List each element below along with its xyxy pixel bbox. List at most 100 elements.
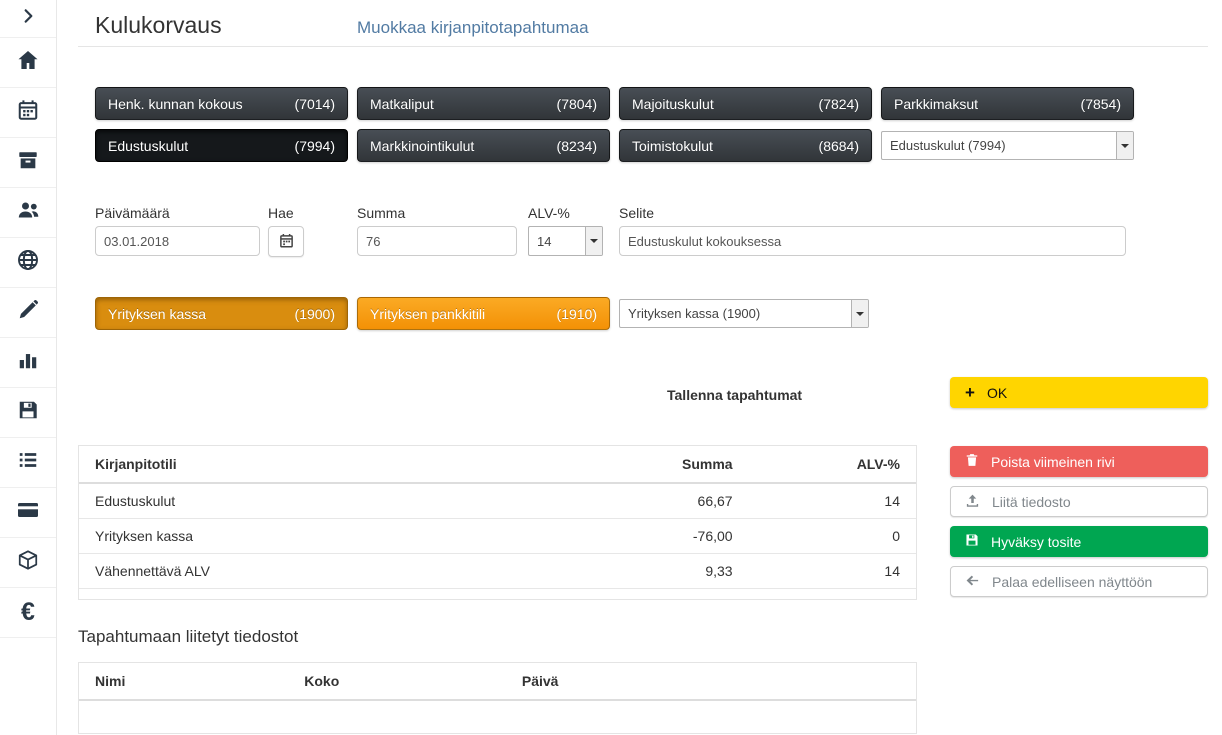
ok-button[interactable]: + OK [950, 377, 1208, 408]
payment-account-select[interactable]: Yrityksen kassa (1900) [619, 299, 869, 328]
vat-select[interactable]: 14 [528, 226, 603, 256]
description-input[interactable] [619, 226, 1126, 256]
column-header: Nimi [79, 663, 288, 700]
button-code: (7854) [1081, 96, 1121, 112]
entries-table-panel: Kirjanpitotili Summa ALV-% Edustuskulut … [78, 445, 917, 600]
sidebar-item-home[interactable] [0, 38, 56, 88]
save-entries-label: Tallenna tapahtumat [667, 387, 917, 403]
globe-icon [16, 248, 40, 277]
trash-icon [965, 453, 979, 470]
button-label: Edustuskulut [108, 138, 188, 154]
sum-cell: 66,67 [581, 483, 748, 519]
dropdown-arrow-icon [1116, 132, 1133, 159]
payment-account-button[interactable]: Yrityksen pankkitili (1910) [357, 297, 610, 330]
button-label: Matkaliput [370, 96, 434, 112]
save-icon [965, 533, 979, 550]
sidebar-item-package[interactable] [0, 538, 56, 588]
list-icon [17, 449, 39, 476]
sum-label: Summa [357, 205, 517, 221]
table-row: Edustuskulut 66,67 14 [79, 483, 916, 519]
entry-form: Päivämäärä Hae Summa ALV-% 14 [95, 205, 1208, 257]
expense-account-button-selected[interactable]: Edustuskulut (7994) [95, 129, 348, 162]
calendar-icon [279, 233, 294, 251]
column-header: ALV-% [749, 446, 916, 483]
sidebar-item-toggle[interactable] [0, 0, 56, 38]
attachments-table: Nimi Koko Päivä [79, 663, 916, 701]
account-cell: Edustuskulut [79, 483, 581, 519]
sidebar-item-euro[interactable]: € [0, 588, 56, 638]
date-label: Päivämäärä [95, 205, 260, 221]
package-icon [17, 549, 39, 576]
payment-account-button-selected[interactable]: Yrityksen kassa (1900) [95, 297, 348, 330]
floppy-icon [17, 399, 39, 426]
upload-icon [965, 493, 980, 511]
sidebar-item-card[interactable] [0, 488, 56, 538]
approve-receipt-button[interactable]: Hyväksy tosite [950, 526, 1208, 557]
expense-account-button[interactable]: Toimistokulut (8684) [619, 129, 872, 162]
entries-table: Kirjanpitotili Summa ALV-% Edustuskulut … [79, 446, 916, 589]
vat-label: ALV-% [528, 205, 603, 221]
sidebar-item-users[interactable] [0, 188, 56, 238]
attach-file-button[interactable]: Liitä tiedosto [950, 486, 1208, 517]
sidebar-item-list[interactable] [0, 438, 56, 488]
sidebar-item-calendar[interactable] [0, 88, 56, 138]
plus-icon: + [965, 384, 975, 401]
attachments-table-panel: Nimi Koko Päivä [78, 662, 917, 734]
sidebar-item-save[interactable] [0, 388, 56, 438]
sum-input[interactable] [357, 226, 517, 256]
vat-cell: 0 [749, 519, 916, 554]
column-header: Koko [288, 663, 506, 700]
expense-account-buttons: Henk. kunnan kokous (7014) Matkaliput (7… [95, 87, 1208, 162]
dropdown-arrow-icon [851, 300, 868, 327]
pencil-icon [17, 299, 39, 326]
date-input[interactable] [95, 226, 260, 256]
home-icon [16, 48, 40, 77]
date-picker-button[interactable] [268, 226, 304, 257]
calendar-icon [17, 99, 39, 126]
expense-account-button[interactable]: Matkaliput (7804) [357, 87, 610, 120]
button-code: (7804) [557, 96, 597, 112]
button-code: (1910) [557, 306, 597, 322]
sidebar: € [0, 0, 57, 735]
sidebar-item-globe[interactable] [0, 238, 56, 288]
button-label: Henk. kunnan kokous [108, 96, 243, 112]
page-title: Kulukorvaus [95, 12, 357, 38]
button-label: Liitä tiedosto [992, 494, 1071, 510]
vat-cell: 14 [749, 483, 916, 519]
euro-icon: € [21, 600, 35, 625]
table-header-row: Nimi Koko Päivä [79, 663, 916, 700]
chevron-right-icon [21, 8, 36, 29]
button-label: Markkinointikulut [370, 138, 474, 154]
button-label: Palaa edelliseen näyttöön [992, 574, 1152, 590]
users-icon [16, 198, 41, 227]
header-divider [78, 46, 1208, 47]
button-label: Yrityksen kassa [108, 306, 206, 322]
expense-account-select[interactable]: Edustuskulut (7994) [881, 131, 1134, 160]
button-code: (1900) [295, 306, 335, 322]
button-code: (7824) [819, 96, 859, 112]
select-value: 14 [529, 234, 585, 249]
sidebar-item-archive[interactable] [0, 138, 56, 188]
credit-card-icon [16, 498, 40, 527]
table-row: Yrityksen kassa -76,00 0 [79, 519, 916, 554]
sidebar-item-chart[interactable] [0, 338, 56, 388]
sidebar-item-edit[interactable] [0, 288, 56, 338]
expense-account-button[interactable]: Markkinointikulut (8234) [357, 129, 610, 162]
sum-cell: -76,00 [581, 519, 748, 554]
column-header: Kirjanpitotili [79, 446, 581, 483]
edit-entry-link[interactable]: Muokkaa kirjanpitotapahtumaa [357, 18, 589, 38]
expense-account-button[interactable]: Majoituskulut (7824) [619, 87, 872, 120]
account-cell: Vähennettävä ALV [79, 554, 581, 589]
sum-cell: 9,33 [581, 554, 748, 589]
expense-account-button[interactable]: Parkkimaksut (7854) [881, 87, 1134, 120]
button-code: (7014) [295, 96, 335, 112]
button-label: Parkkimaksut [894, 96, 978, 112]
button-code: (8234) [557, 138, 597, 154]
expense-account-button[interactable]: Henk. kunnan kokous (7014) [95, 87, 348, 120]
action-buttons: + OK Poista viimeinen rivi Liitä tiedost… [950, 377, 1208, 734]
delete-last-row-button[interactable]: Poista viimeinen rivi [950, 446, 1208, 477]
button-label: Majoituskulut [632, 96, 714, 112]
back-button[interactable]: Palaa edelliseen näyttöön [950, 566, 1208, 597]
column-header: Päivä [506, 663, 916, 700]
archive-box-icon [17, 149, 39, 176]
